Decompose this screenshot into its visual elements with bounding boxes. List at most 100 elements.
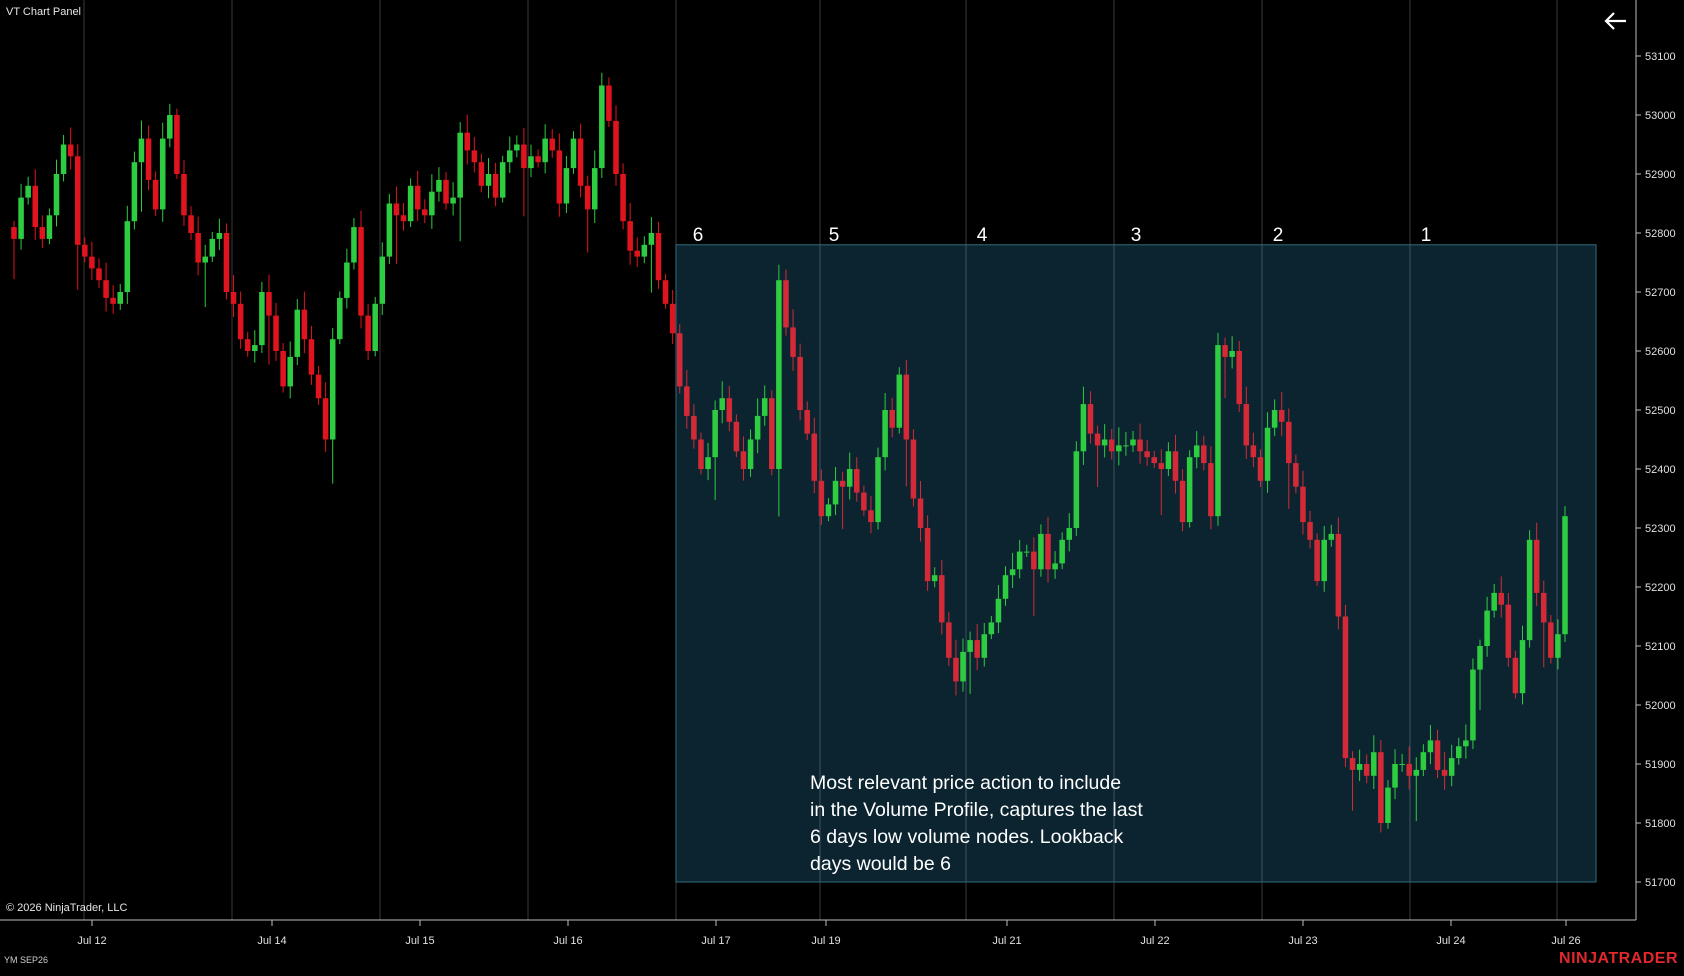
time-tick-label: Jul 14 xyxy=(257,935,286,947)
annotation-text: Most relevant price action to include in… xyxy=(810,770,1190,878)
candle-body xyxy=(506,150,513,163)
candle-body xyxy=(202,256,208,263)
back-button[interactable] xyxy=(1600,8,1632,34)
annotation-line: days would be 6 xyxy=(810,853,951,875)
time-tick-label: Jul 16 xyxy=(553,935,582,947)
candle-body xyxy=(53,174,60,216)
panel-title: VT Chart Panel xyxy=(6,6,82,18)
candle-body xyxy=(889,410,895,428)
candle-body xyxy=(1456,746,1462,759)
candle-body xyxy=(1016,551,1023,570)
candle-body xyxy=(995,598,1002,623)
candle-body xyxy=(903,374,910,440)
candle-body xyxy=(662,280,669,304)
candle-body xyxy=(740,451,747,469)
candle-body xyxy=(1307,522,1313,540)
candle-body xyxy=(613,120,619,174)
candle-body xyxy=(1243,404,1250,446)
candle-body xyxy=(223,233,230,292)
candle-body xyxy=(1193,445,1200,458)
candle-body xyxy=(1137,439,1143,452)
candle-body xyxy=(1385,787,1391,823)
candle-body xyxy=(138,138,145,163)
candle-body xyxy=(1314,539,1320,582)
chart-panel[interactable]: 53100 53000 52900 52800 52700 52600 52500 52400… xyxy=(0,0,1684,971)
time-tick-label: Jul 17 xyxy=(701,935,730,947)
candle-body xyxy=(443,179,449,204)
price-tick-label: 51700 xyxy=(1645,877,1676,889)
candle-body xyxy=(1363,764,1370,776)
brand-logo: NINJATRADER xyxy=(1559,950,1678,967)
candle-body xyxy=(1264,427,1271,481)
candle-body xyxy=(570,138,577,169)
candle-body xyxy=(414,185,421,210)
candle-body xyxy=(1222,345,1228,357)
candle-body xyxy=(1512,657,1519,694)
candle-body xyxy=(960,651,966,682)
candle-body xyxy=(535,156,541,163)
candle-body xyxy=(684,386,690,416)
candle-body xyxy=(1087,404,1094,434)
candle-body xyxy=(669,303,676,334)
candle-body xyxy=(514,144,520,151)
candle-body xyxy=(1278,410,1285,422)
candle-body xyxy=(287,356,293,387)
candle-body xyxy=(25,185,31,198)
candle-body xyxy=(1116,445,1122,452)
candle-body xyxy=(1498,592,1505,605)
candle-body xyxy=(1505,604,1512,658)
price-tick-label: 52500 xyxy=(1645,405,1676,417)
candle-body xyxy=(910,439,917,499)
candle-body xyxy=(1250,445,1257,458)
candle-body xyxy=(407,185,414,222)
candle-body xyxy=(754,415,761,440)
instrument-label: YM SEP26 xyxy=(4,955,49,965)
candle-body xyxy=(1356,764,1363,770)
candle-body xyxy=(1335,533,1342,617)
candle-body xyxy=(450,197,456,204)
candle-body xyxy=(1208,463,1214,517)
session-day-label: 1 xyxy=(1421,225,1432,246)
candle-body xyxy=(167,115,173,139)
candle-body xyxy=(1286,421,1292,464)
time-tick-label: Jul 22 xyxy=(1140,935,1169,947)
candle-body xyxy=(499,162,506,198)
candle-body xyxy=(641,244,648,257)
candle-body xyxy=(776,280,782,469)
candle-body xyxy=(436,179,442,192)
candle-body xyxy=(542,138,548,163)
candle-body xyxy=(422,209,428,216)
candle-body xyxy=(32,185,39,228)
candle-body xyxy=(988,622,995,635)
candle-body xyxy=(924,528,931,582)
candle-body xyxy=(1392,764,1398,788)
candle-body xyxy=(266,292,272,316)
candle-body xyxy=(337,297,343,340)
candle-body xyxy=(761,398,768,416)
candle-body xyxy=(464,132,471,151)
time-tick-label: Jul 19 xyxy=(811,935,840,947)
candle-body xyxy=(67,144,74,157)
candle-body xyxy=(1526,539,1533,641)
candle-body xyxy=(103,280,109,298)
candle-body xyxy=(159,138,166,210)
candle-body xyxy=(868,510,874,523)
candle-body xyxy=(797,356,803,410)
price-tick-label: 52200 xyxy=(1645,582,1676,594)
candle-body xyxy=(152,179,159,210)
candle-body xyxy=(60,144,67,174)
candle-body xyxy=(492,174,499,198)
candle-body xyxy=(1300,486,1306,523)
candle-body xyxy=(1108,439,1115,452)
session-day-label: 3 xyxy=(1131,225,1142,246)
candle-body xyxy=(818,480,825,517)
price-tick-label: 52700 xyxy=(1645,287,1676,299)
candle-body xyxy=(599,85,605,169)
candle-body xyxy=(1378,752,1384,823)
candle-body xyxy=(1321,539,1327,582)
candle-body xyxy=(1186,457,1193,523)
candle-body xyxy=(1179,480,1186,523)
candle-body xyxy=(981,634,988,658)
candle-body xyxy=(1562,516,1568,635)
price-tick-label: 51900 xyxy=(1645,759,1676,771)
